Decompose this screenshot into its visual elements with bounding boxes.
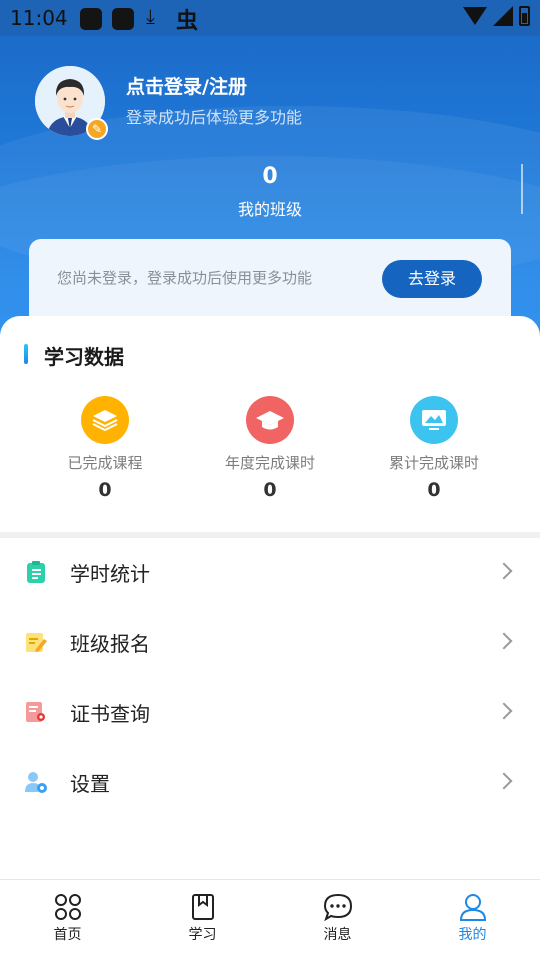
- chat-icon: [323, 893, 352, 922]
- tab-label: 消息: [323, 927, 352, 943]
- user-icon: [459, 894, 486, 921]
- graduation-cap-icon: [246, 396, 294, 444]
- stat-annual-hours[interactable]: 年度完成课时 0: [180, 396, 360, 501]
- status-time: 11:04: [10, 6, 68, 30]
- clipboard-icon: [27, 561, 45, 583]
- menu-item-study-hours[interactable]: 学时统计: [0, 538, 540, 608]
- login-register-link[interactable]: 点击登录/注册: [126, 72, 247, 99]
- chevron-right-icon: [495, 772, 513, 790]
- menu-item-certificate[interactable]: 证书查询: [0, 678, 540, 748]
- edit-profile-icon[interactable]: ✎: [86, 118, 108, 140]
- go-login-button[interactable]: 去登录: [382, 260, 482, 298]
- layers-icon: [81, 396, 129, 444]
- menu-label: 证书查询: [70, 702, 150, 726]
- monitor-icon: [410, 396, 458, 444]
- stat-completed-courses[interactable]: 已完成课程 0: [15, 396, 195, 501]
- my-class-count[interactable]: 0: [0, 164, 540, 189]
- my-class-label[interactable]: 我的班级: [0, 196, 540, 220]
- bug-icon: 虫: [176, 9, 199, 34]
- tab-label: 我的: [458, 927, 487, 943]
- tab-study[interactable]: 学习: [135, 880, 270, 960]
- stat-label: 年度完成课时: [224, 454, 315, 472]
- tab-messages[interactable]: 消息: [270, 880, 405, 960]
- edit-note-icon: [26, 633, 47, 652]
- study-data-card: 学习数据 已完成课程 0 年度完成课时 0 累计完成课时 0: [0, 316, 540, 532]
- menu-label: 班级报名: [70, 632, 150, 656]
- app-icon: [112, 8, 134, 30]
- login-notice-text: 您尚未登录，登录成功后使用更多功能: [57, 269, 313, 287]
- bottom-tab-bar: 首页 学习 消息 我的: [0, 879, 540, 960]
- battery-icon: [519, 6, 530, 26]
- wifi-icon: [463, 7, 487, 25]
- download-icon: ⤓: [146, 4, 155, 28]
- stat-value: 0: [427, 479, 441, 501]
- tab-mine[interactable]: 我的: [405, 880, 540, 960]
- tab-label: 首页: [53, 927, 82, 943]
- header-divider: [521, 164, 523, 214]
- tab-home[interactable]: 首页: [0, 880, 135, 960]
- chevron-right-icon: [495, 702, 513, 720]
- menu-label: 设置: [70, 772, 110, 796]
- section-accent-bar: [24, 344, 28, 364]
- stat-value: 0: [263, 479, 277, 501]
- stat-value: 0: [98, 479, 112, 501]
- stat-total-hours[interactable]: 累计完成课时 0: [344, 396, 524, 501]
- login-subtitle: 登录成功后体验更多功能: [126, 108, 303, 127]
- chevron-right-icon: [495, 562, 513, 580]
- section-title: 学习数据: [44, 345, 124, 369]
- user-settings-icon: [25, 772, 47, 793]
- certificate-icon: [26, 702, 45, 722]
- stat-label: 累计完成课时: [388, 454, 479, 472]
- tab-label: 学习: [188, 927, 217, 943]
- chevron-right-icon: [495, 632, 513, 650]
- status-bar: 11:04 ⤓ 虫: [0, 0, 540, 36]
- signal-icon: [493, 6, 513, 26]
- profile-header: ✎ 点击登录/注册 登录成功后体验更多功能 0 我的班级 您尚未登录，登录成功后…: [0, 36, 540, 336]
- book-icon: [191, 894, 214, 920]
- home-grid-icon: [54, 894, 81, 920]
- menu-item-settings[interactable]: 设置: [0, 748, 540, 818]
- menu-item-class-signup[interactable]: 班级报名: [0, 608, 540, 678]
- stat-label: 已完成课程: [67, 454, 143, 472]
- app-icon: [80, 8, 102, 30]
- menu-label: 学时统计: [70, 562, 150, 586]
